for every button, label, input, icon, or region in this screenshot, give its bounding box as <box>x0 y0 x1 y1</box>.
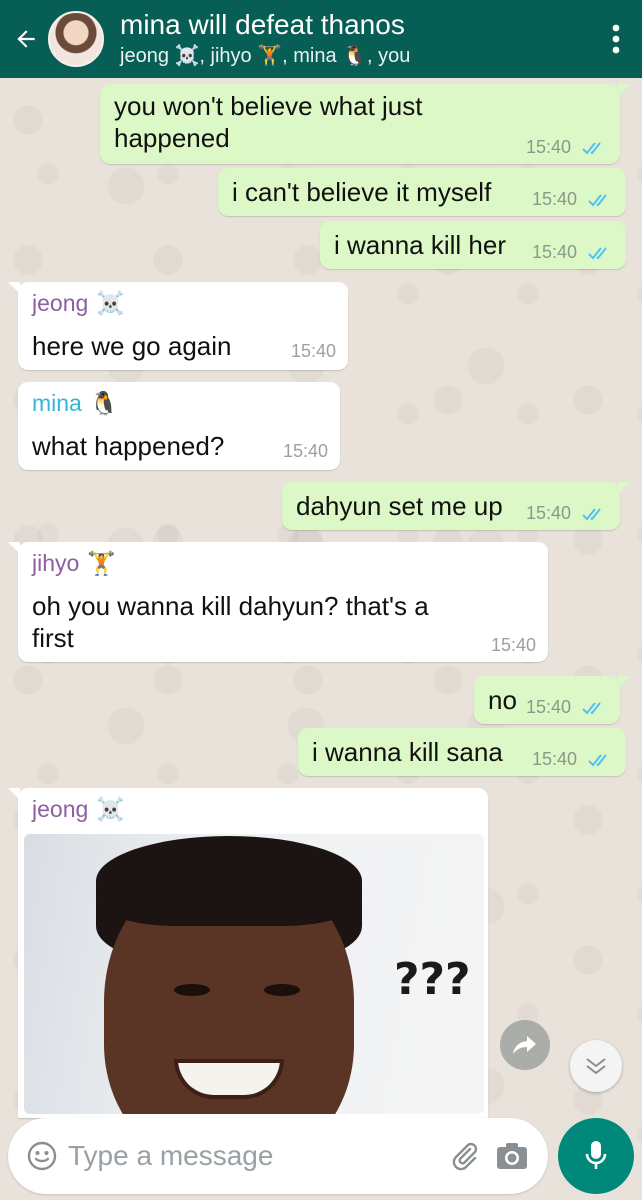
message-time: 15:40 <box>525 137 571 157</box>
scroll-down-icon[interactable] <box>570 1040 622 1092</box>
attach-icon[interactable] <box>446 1138 482 1174</box>
message-time: 15:40 <box>290 341 336 361</box>
chat-title: mina will defeat thanos <box>120 9 405 40</box>
message-time: 15:40 <box>525 503 571 523</box>
message-incoming[interactable]: jihyo 🏋️ oh you wanna kill dahyun? that'… <box>8 542 548 662</box>
photo-eye-right <box>264 984 300 996</box>
message-sender: mina 🐧 <box>32 390 119 417</box>
message-incoming[interactable]: mina 🐧 what happened? 15:40 <box>18 382 340 470</box>
message-time: 15:40 <box>490 635 536 655</box>
more-vert-icon[interactable] <box>596 0 636 78</box>
shared-photo[interactable]: ??? <box>24 834 484 1114</box>
camera-icon[interactable] <box>494 1138 530 1174</box>
sender-name: jeong <box>32 796 89 822</box>
message-time: 15:40 <box>531 189 577 209</box>
chat-header: mina will defeat thanos jeong ☠️, jihyo … <box>0 0 642 78</box>
message-text: i wanna kill her <box>334 230 506 260</box>
message-input-bar: Type a message <box>8 1118 548 1194</box>
sender-name: jihyo <box>32 550 80 576</box>
message-time: 15:40 <box>282 441 328 461</box>
message-text: what happened? <box>32 431 225 461</box>
message-time: 15:40 <box>531 242 577 262</box>
message-time: 15:40 <box>531 749 577 769</box>
sender-name: jeong <box>32 290 89 316</box>
message-text: i can't believe it myself <box>232 177 492 207</box>
message-text: dahyun set me up <box>296 491 503 521</box>
message-outgoing[interactable]: i can't believe it myself 15:40 <box>218 168 626 216</box>
double-check-icon <box>588 754 607 767</box>
back-arrow-icon[interactable] <box>6 0 46 78</box>
sender-emoji: ☠️ <box>96 796 125 822</box>
message-text-line-1: oh you wanna kill dahyun? that's a <box>32 591 429 621</box>
double-check-icon <box>582 508 601 521</box>
double-check-icon <box>588 247 607 260</box>
message-sender: jeong ☠️ <box>32 796 125 823</box>
message-outgoing[interactable]: i wanna kill her 15:40 <box>320 221 626 269</box>
group-avatar[interactable] <box>48 11 104 67</box>
message-text: here we go again <box>32 331 232 361</box>
double-check-icon <box>588 194 607 207</box>
chat-participants: jeong ☠️, jihyo 🏋️, mina 🐧, you <box>120 45 411 67</box>
message-text-line-2: first <box>32 623 74 653</box>
message-input[interactable]: Type a message <box>68 1140 446 1172</box>
photo-hairline <box>96 836 362 926</box>
double-check-icon <box>582 702 601 715</box>
message-meta: 15:40 <box>532 189 612 210</box>
photo-caption: ??? <box>394 954 471 1005</box>
mic-icon <box>585 1141 607 1169</box>
double-check-icon <box>582 142 601 155</box>
message-sender: jeong ☠️ <box>32 290 125 317</box>
message-text-line-2: happened <box>114 123 230 153</box>
message-sender: jihyo 🏋️ <box>32 550 116 577</box>
sender-name: mina <box>32 390 82 416</box>
chat-title-block[interactable]: mina will defeat thanos jeong ☠️, jihyo … <box>120 9 596 69</box>
emoji-icon[interactable] <box>26 1140 58 1172</box>
message-time: 15:40 <box>525 697 571 717</box>
message-text: i wanna kill sana <box>312 737 503 767</box>
message-meta: 15:40 <box>526 503 606 524</box>
photo-eye-left <box>174 984 210 996</box>
sender-emoji: 🏋️ <box>87 550 116 576</box>
message-outgoing[interactable]: i wanna kill sana 15:40 <box>298 728 626 776</box>
message-outgoing[interactable]: dahyun set me up 15:40 <box>282 482 630 530</box>
message-meta: 15:40 <box>526 137 606 158</box>
message-meta: 15:40 <box>532 749 612 770</box>
message-outgoing[interactable]: you won't believe what just happened 15:… <box>100 84 630 164</box>
forward-icon[interactable] <box>500 1020 550 1070</box>
mic-button[interactable] <box>558 1118 634 1194</box>
sender-emoji: ☠️ <box>96 290 125 316</box>
message-incoming-image[interactable]: jeong ☠️ ??? <box>8 788 488 1118</box>
message-outgoing[interactable]: no 15:40 <box>474 676 630 724</box>
message-incoming[interactable]: jeong ☠️ here we go again 15:40 <box>8 282 348 370</box>
message-text: no <box>488 685 517 715</box>
message-meta: 15:40 <box>532 242 612 263</box>
message-meta: 15:40 <box>526 697 606 718</box>
message-text-line-1: you won't believe what just <box>114 91 423 121</box>
sender-emoji: 🐧 <box>89 390 119 416</box>
